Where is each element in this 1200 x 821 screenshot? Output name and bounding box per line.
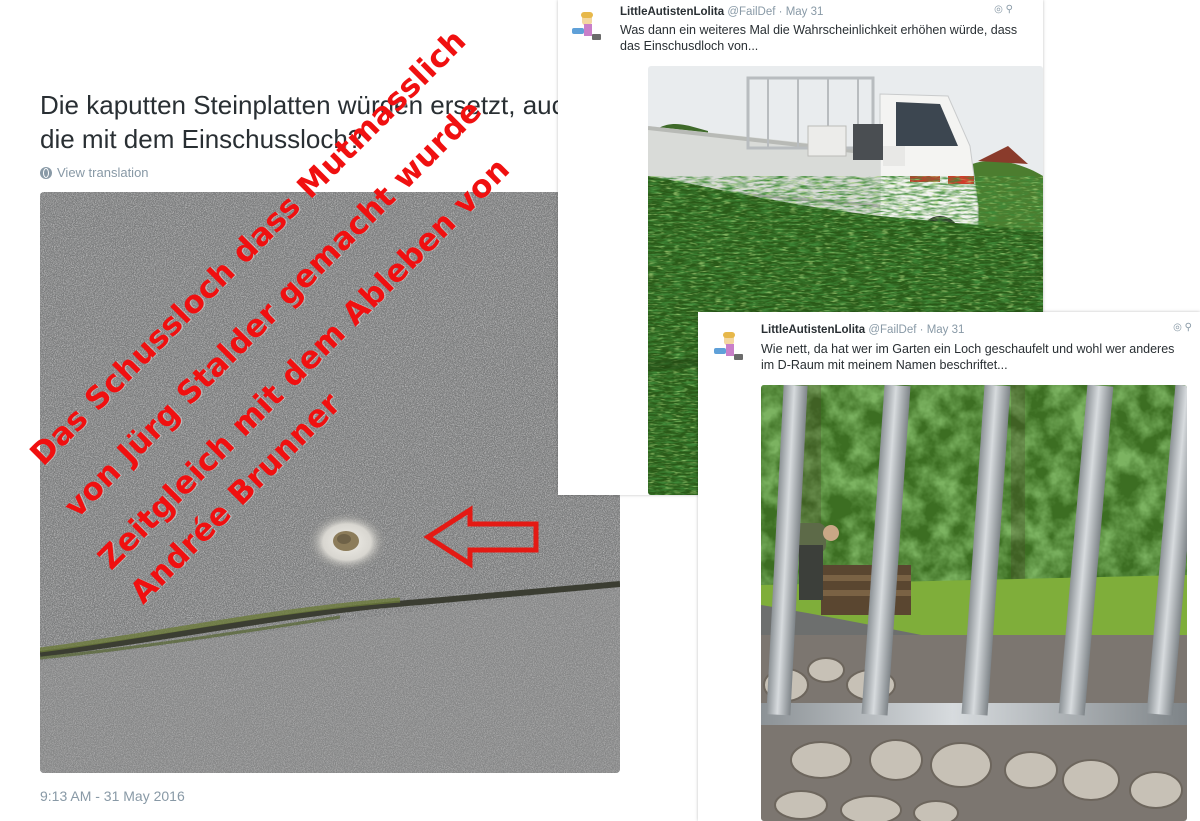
globe-icon: ◎ (1173, 322, 1182, 333)
author-handle[interactable]: @FailDef (727, 6, 775, 18)
reply-text: Was dann ein weiteres Mal die Wahrschein… (620, 23, 1018, 53)
reply-photo-garden-fence[interactable] (761, 385, 1187, 821)
reply-tweet-card[interactable]: LittleAutistenLolita @FailDef · May 31 ◎… (698, 312, 1200, 821)
view-translation-link[interactable]: View translation (40, 165, 149, 180)
reply-header: LittleAutistenLolita @FailDef · May 31 (620, 6, 824, 18)
tweet-timestamp: 9:13 AM - 31 May 2016 (40, 788, 185, 804)
tweet-photo-pavement[interactable] (40, 192, 620, 773)
avatar[interactable] (712, 330, 746, 364)
location-pin-icon: ⚲ (1184, 322, 1192, 333)
avatar[interactable] (570, 10, 604, 44)
author-handle[interactable]: @FailDef (868, 324, 916, 336)
author-name[interactable]: LittleAutistenLolita (620, 6, 724, 18)
view-translation-label: View translation (57, 165, 149, 180)
reply-text: Wie nett, da hat wer im Garten ein Loch … (761, 342, 1175, 372)
reply-header: LittleAutistenLolita @FailDef · May 31 (761, 324, 965, 336)
reply-meta-icons: ◎ ⚲ (1173, 322, 1192, 333)
location-pin-icon: ⚲ (1005, 4, 1013, 15)
author-name[interactable]: LittleAutistenLolita (761, 324, 865, 336)
globe-icon: ◎ (994, 4, 1003, 15)
reply-date[interactable]: May 31 (927, 324, 965, 336)
tweet-text: Die kaputten Steinplatten würden ersetzt… (40, 90, 580, 154)
globe-icon (40, 166, 52, 179)
reply-date[interactable]: May 31 (786, 6, 824, 18)
main-tweet: Die kaputten Steinplatten würden ersetzt… (0, 0, 640, 821)
reply-meta-icons: ◎ ⚲ (994, 4, 1013, 15)
